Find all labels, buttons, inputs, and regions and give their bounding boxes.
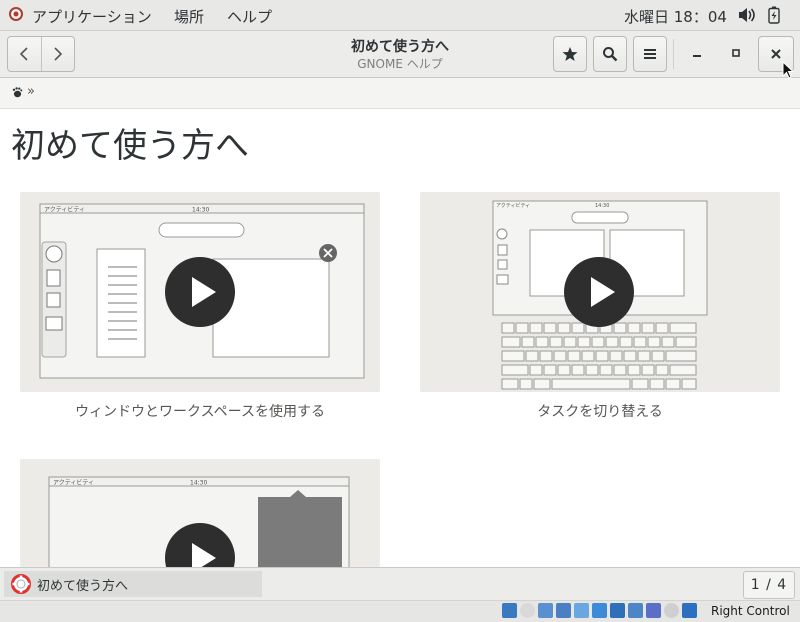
close-icon: [771, 49, 781, 59]
navigation-group: [7, 36, 75, 72]
play-button-icon[interactable]: [165, 257, 235, 327]
video-card-switch-tasks[interactable]: アクティビティ 14:30: [420, 192, 780, 392]
svg-text:アクティビティ: アクティビティ: [44, 206, 85, 214]
help-app-icon: [9, 7, 23, 21]
virtualization-icon[interactable]: [646, 603, 661, 618]
lifebuoy-icon: [11, 574, 31, 594]
audio-icon[interactable]: [538, 603, 553, 618]
minimize-button[interactable]: [680, 36, 714, 70]
hard-disk-icon[interactable]: [502, 603, 517, 618]
taskbar-window-item[interactable]: 初めて使う方へ: [4, 571, 262, 597]
video-card-windows[interactable]: アクティビティ 14:30: [20, 192, 380, 392]
usb-icon[interactable]: [574, 603, 589, 618]
header-bar: 初めて使う方へ GNOME ヘルプ: [0, 31, 800, 79]
bookmark-button[interactable]: [553, 36, 587, 72]
taskbar-window-label: 初めて使う方へ: [37, 578, 129, 594]
taskbar: 初めて使う方へ 1 / 4: [0, 567, 800, 600]
svg-text:アクティビティ: アクティビティ: [496, 202, 530, 209]
shared-folders-icon[interactable]: [592, 603, 607, 618]
header-separator: [673, 39, 674, 69]
vm-device-icons: [502, 603, 697, 618]
volume-icon[interactable]: [738, 7, 756, 23]
window-subtitle: GNOME ヘルプ: [357, 57, 443, 71]
maximize-icon: [732, 49, 740, 57]
card-caption-windows[interactable]: ウィンドウとワークスペースを使用する: [20, 401, 380, 421]
search-icon: [603, 47, 618, 62]
forward-button[interactable]: [40, 37, 75, 71]
breadcrumb: »: [0, 78, 800, 109]
maximize-button[interactable]: [719, 36, 753, 70]
card-caption-switch-tasks[interactable]: タスクを切り替える: [420, 401, 780, 421]
page-title: 初めて使う方へ: [11, 126, 249, 166]
menu-button[interactable]: [633, 36, 667, 72]
menu-help[interactable]: ヘルプ: [227, 6, 272, 27]
window-title: 初めて使う方へ: [351, 39, 449, 55]
menu-places[interactable]: 場所: [174, 6, 204, 27]
back-button[interactable]: [8, 37, 41, 71]
clock[interactable]: 水曜日 18：04: [624, 6, 727, 27]
battery-icon[interactable]: [768, 6, 780, 24]
recording-icon[interactable]: [628, 603, 643, 618]
gnome-foot-icon[interactable]: [11, 86, 23, 98]
back-icon: [20, 47, 28, 61]
search-button[interactable]: [593, 36, 627, 72]
menu-icon: [644, 49, 656, 59]
play-button-icon[interactable]: [564, 257, 634, 327]
network-icon[interactable]: [556, 603, 571, 618]
optical-drive-icon[interactable]: [520, 603, 535, 618]
bookmark-star-icon: [562, 47, 578, 61]
svg-text:アクティビティ: アクティビティ: [53, 479, 94, 487]
display-icon[interactable]: [610, 603, 625, 618]
video-card-third[interactable]: アクティビティ 14:30: [20, 459, 380, 567]
keyboard-capture-icon[interactable]: [682, 603, 697, 618]
svg-text:14:30: 14:30: [192, 207, 209, 214]
mouse-integration-icon[interactable]: [664, 603, 679, 618]
host-key-label: Right Control: [711, 604, 790, 618]
menu-applications[interactable]: アプリケーション: [32, 6, 152, 27]
svg-text:14:30: 14:30: [595, 203, 609, 209]
workspace-pager[interactable]: 1 / 4: [743, 571, 795, 599]
forward-icon: [54, 47, 62, 61]
svg-text:14:30: 14:30: [190, 480, 207, 487]
minimize-icon: [693, 55, 701, 57]
top-bar: アプリケーション 場所 ヘルプ 水曜日 18：04: [0, 0, 800, 31]
vm-status-bar: Right Control: [0, 600, 800, 622]
breadcrumb-separator: »: [27, 84, 35, 99]
